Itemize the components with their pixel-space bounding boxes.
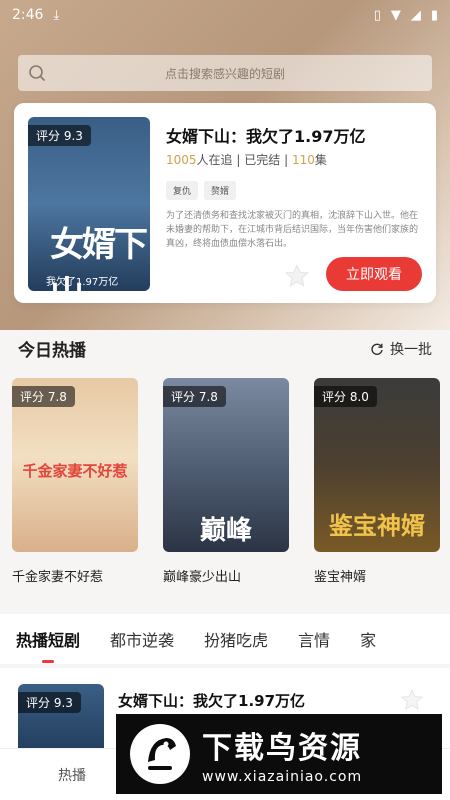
tab-hot-dramas[interactable]: 热播短剧 [16,627,80,663]
search-placeholder: 点击搜索感兴趣的短剧 [164,66,285,81]
signal-icon: ◢ [410,7,421,23]
search-bar[interactable]: 点击搜索感兴趣的短剧 [18,55,432,91]
search-icon [29,65,46,82]
score-badge: 评分 8.0 [314,386,377,407]
episodes-count: 110 [291,153,315,167]
bird-logo-icon [130,724,190,784]
list-item-title[interactable]: 女婿下山：我欠了1.97万亿 [118,690,305,711]
score-badge: 评分 9.3 [18,692,81,713]
poster-text: 鉴宝神婿 [329,511,425,540]
hot-poster[interactable]: 评分 8.0 鉴宝神婿 [314,378,440,552]
hot-poster[interactable]: 评分 7.8 巅峰 [163,378,289,552]
featured-card[interactable]: 评分 9.3 女婿下山 我欠了1.97万亿 女婿下山：我欠了1.97万亿 100… [14,103,436,303]
featured-meta: 1005人在追 | 已完结 | 110集 [166,153,327,167]
featured-title: 女婿下山：我欠了1.97万亿 [166,127,366,146]
score-badge: 评分 7.8 [163,386,226,407]
status-icons: ▯ ▼ ◢ ▮ [374,8,438,23]
hot-item[interactable]: 评分 7.8 千金家妻不好惹 千金家妻不好惹 [12,378,138,585]
poster-text: 巅峰 [199,516,252,546]
refresh-label: 换一批 [390,341,432,358]
featured-score-badge: 评分 9.3 [28,125,91,146]
featured-description: 为了还清债务和查找沈家被灭门的真相，沈浪辞下山入世。他在未婚妻的帮助下，在江城市… [166,211,419,249]
poster-text: 千金家妻不好惹 [22,462,128,480]
score-badge: 评分 7.8 [12,386,75,407]
hot-list: 评分 7.8 千金家妻不好惹 千金家妻不好惹 评分 7.8 巅峰 巅峰豪少出山 … [12,378,440,585]
vibrate-icon: ▯ [373,7,381,23]
featured-tags: 复仇 赘婿 [166,181,237,200]
hot-item[interactable]: 评分 8.0 鉴宝神婿 鉴宝神婿 [314,378,440,585]
followers-count: 1005 [166,153,197,167]
episodes-suffix: 集 [314,153,327,167]
featured-poster[interactable]: 评分 9.3 女婿下山 我欠了1.97万亿 [28,117,150,291]
status-time: 2:46 [12,7,44,23]
watermark-url: www.xiazainiao.com [202,769,363,785]
hot-item-title[interactable]: 千金家妻不好惹 [12,566,138,585]
tab-underdog[interactable]: 扮猪吃虎 [204,627,268,651]
tag[interactable]: 赘婿 [204,181,237,200]
star-icon[interactable] [400,688,424,712]
followers-suffix: 人在追 [196,153,233,167]
list-poster[interactable]: 评分 9.3 [18,684,104,754]
nav-hot[interactable]: 热播 [58,765,86,785]
refresh-icon [371,343,383,355]
hot-poster[interactable]: 评分 7.8 千金家妻不好惹 [12,378,138,552]
hot-item-title[interactable]: 巅峰豪少出山 [163,566,289,585]
watermark: 下载鸟资源 www.xiazainiao.com [116,714,442,794]
watermark-title: 下载鸟资源 [202,731,362,766]
featured-poster-subtitle: 我欠了1.97万亿 [46,277,119,288]
hot-item[interactable]: 评分 7.8 巅峰 巅峰豪少出山 [163,378,289,585]
hot-section-header: 今日热播 换一批 [18,336,432,361]
wifi-icon: ▼ [390,7,401,23]
star-icon[interactable] [284,263,310,289]
tab-family[interactable]: 家 [360,627,376,651]
download-icon: ⤓ [53,7,60,23]
battery-icon: ▮ [430,7,438,23]
hot-item-title[interactable]: 鉴宝神婿 [314,566,440,585]
status-bar: 2:46 ⤓ ▯ ▼ ◢ ▮ [0,0,450,30]
section-title: 今日热播 [18,341,86,361]
status-label: 已完结 [244,153,281,167]
tab-urban-comeback[interactable]: 都市逆袭 [110,627,174,651]
watch-now-button[interactable]: 立即观看 [326,257,422,291]
tab-romance[interactable]: 言情 [298,627,330,651]
category-tabs: 热播短剧 都市逆袭 扮猪吃虎 言情 家 [0,614,450,664]
tag[interactable]: 复仇 [166,181,199,200]
refresh-button[interactable]: 换一批 [370,339,432,359]
watermark-text: 下载鸟资源 www.xiazainiao.com [202,723,362,785]
